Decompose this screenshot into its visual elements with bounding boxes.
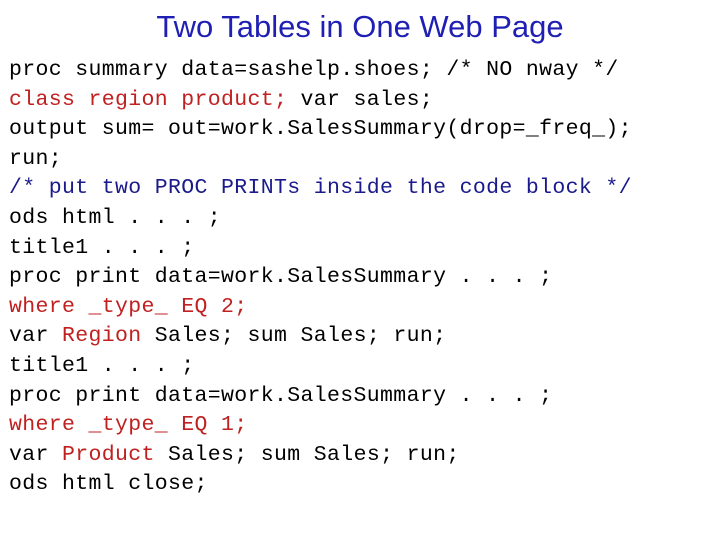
code-line: var Product Sales; sum Sales; run; <box>9 441 715 471</box>
code-line: output sum= out=work.SalesSummary(drop=_… <box>9 115 715 145</box>
code-token-black: output sum= out=work.SalesSummary(drop=_… <box>9 117 632 142</box>
slide-canvas: Two Tables in One Web Page proc summary … <box>0 0 720 540</box>
code-token-black: proc summary data=sashelp.shoes; /* NO n… <box>9 58 619 82</box>
code-token-black: title1 . . . ; <box>9 235 195 260</box>
code-token-black: Sales; sum Sales; run; <box>154 442 460 467</box>
code-token-black: Sales; sum Sales; run; <box>141 324 447 349</box>
code-token-black: var sales; <box>287 87 434 112</box>
code-token-red: Product <box>62 442 155 467</box>
code-line: where _type_ EQ 2; <box>9 293 715 323</box>
code-token-blue: /* put two PROC PRINTs inside the code b… <box>9 176 632 201</box>
page-title: Two Tables in One Web Page <box>156 9 564 44</box>
code-line: /* put two PROC PRINTs inside the code b… <box>9 174 715 204</box>
code-line: where _type_ EQ 1; <box>9 411 715 441</box>
code-line: ods html close; <box>9 470 715 500</box>
code-line: run; <box>9 145 715 175</box>
code-token-black: run; <box>9 146 63 171</box>
code-line: proc summary data=sashelp.shoes; /* NO n… <box>9 56 715 86</box>
code-token-red: class region product; <box>9 87 288 112</box>
code-token-black: proc print data=work.SalesSummary . . . … <box>9 383 553 408</box>
code-line: title1 . . . ; <box>9 352 715 382</box>
code-token-black: ods html close; <box>9 472 208 497</box>
code-token-black: title1 . . . ; <box>9 353 195 378</box>
code-line: class region product; var sales; <box>9 86 715 116</box>
code-token-red: where _type_ EQ 1; <box>9 413 248 438</box>
code-token-black: var <box>9 442 63 467</box>
code-block: proc summary data=sashelp.shoes; /* NO n… <box>9 56 715 500</box>
code-token-black: var <box>9 324 63 349</box>
code-token-red: where _type_ EQ 2; <box>9 294 248 319</box>
code-line: ods html . . . ; <box>9 204 715 234</box>
code-token-black: ods html . . . ; <box>9 205 222 230</box>
code-line: var Region Sales; sum Sales; run; <box>9 322 715 352</box>
code-line: proc print data=work.SalesSummary . . . … <box>9 263 715 293</box>
code-token-black: proc print data=work.SalesSummary . . . … <box>9 265 553 290</box>
code-line: proc print data=work.SalesSummary . . . … <box>9 382 715 412</box>
code-token-red: Region <box>62 324 142 349</box>
code-line: title1 . . . ; <box>9 234 715 264</box>
